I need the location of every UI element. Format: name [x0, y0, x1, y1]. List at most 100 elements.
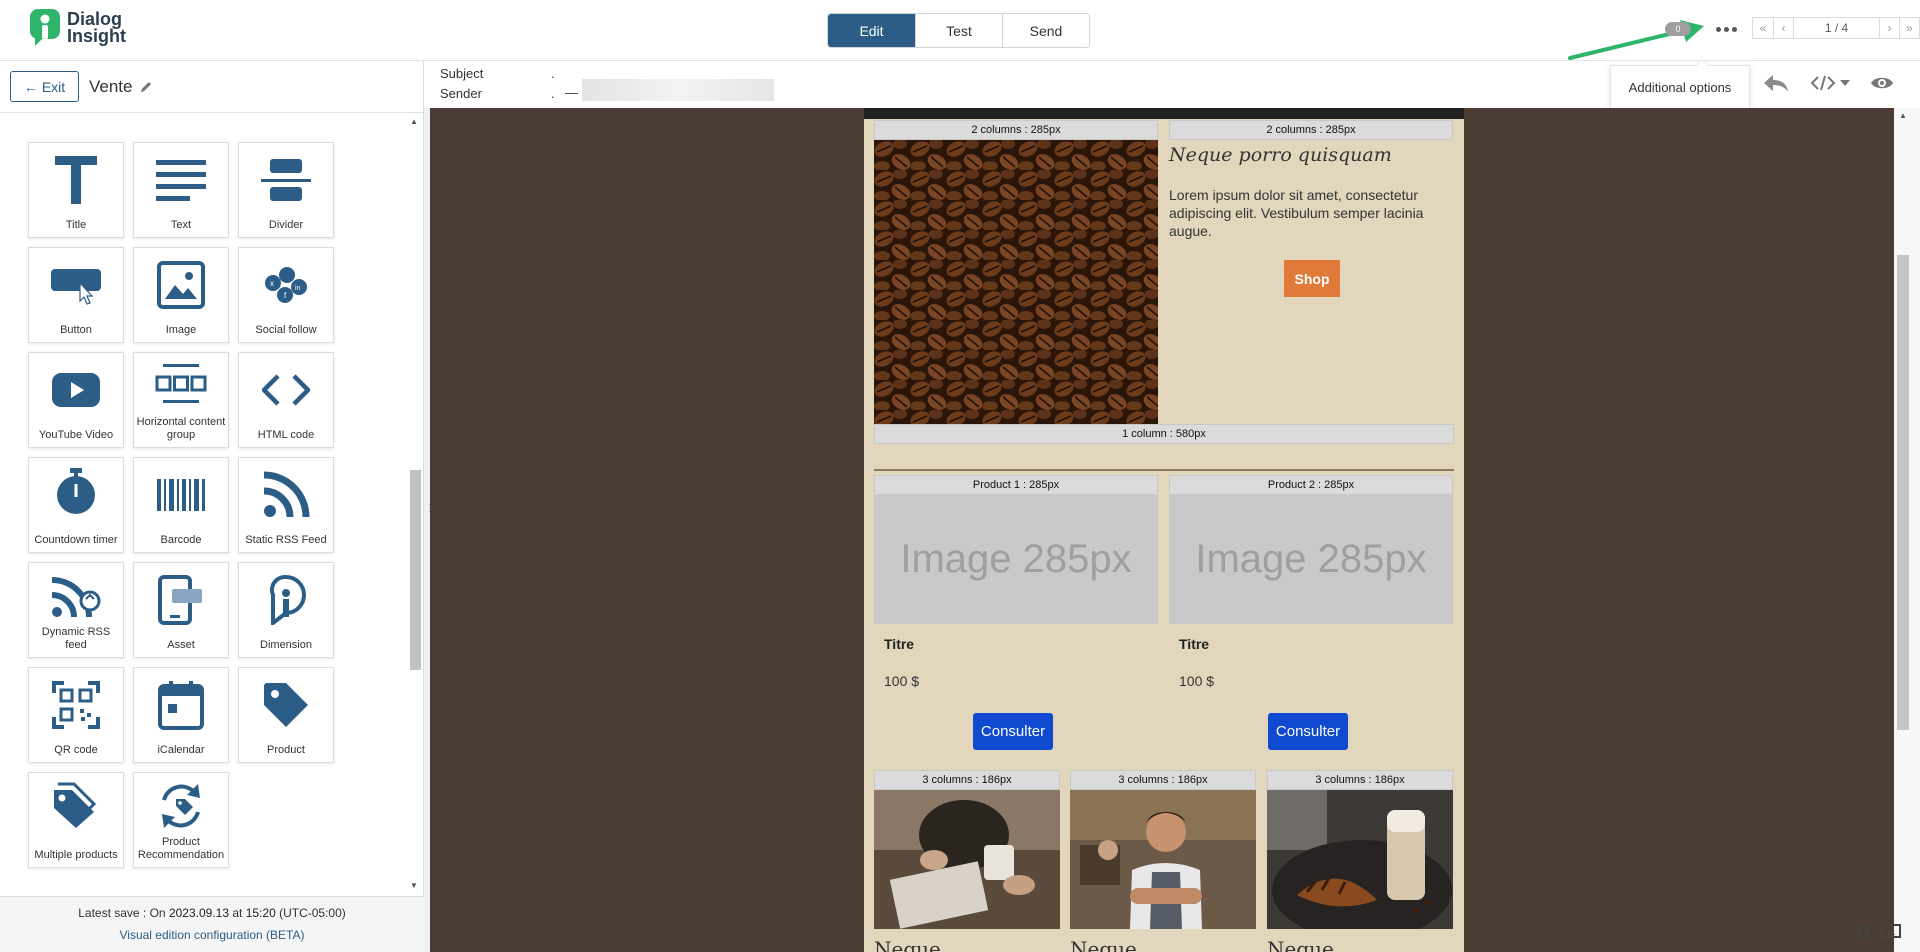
svg-text:x: x	[270, 279, 274, 288]
block-button[interactable]: Button	[28, 247, 124, 343]
block-label: YouTube Video	[38, 429, 114, 441]
croissant-coffee-photo[interactable]	[1267, 790, 1453, 929]
email-preview: 2 columns : 285px 2 columns : 285px Nequ…	[864, 108, 1464, 952]
tab-send[interactable]: Send	[1002, 14, 1089, 47]
reply-icon[interactable]	[1762, 73, 1790, 93]
canvas-scrollbar[interactable]	[1897, 255, 1909, 730]
block-divider[interactable]: Divider	[238, 142, 334, 238]
subject-label: Subject	[440, 66, 484, 81]
block-social-follow[interactable]: x f in Social follow	[238, 247, 334, 343]
presentation-icon[interactable]	[1881, 924, 1901, 940]
latest-save-tz: (UTC-05:00)	[279, 906, 346, 920]
block-label: Social follow	[255, 324, 317, 336]
rss-icon	[263, 471, 310, 518]
sender-dash: —	[565, 85, 578, 100]
pause-icon[interactable]	[1855, 924, 1871, 940]
product-image-placeholder[interactable]: Image 285px	[1169, 495, 1453, 624]
dynamic-rss-icon	[51, 577, 101, 618]
product-image-placeholder[interactable]: Image 285px	[874, 495, 1158, 624]
block-countdown-timer[interactable]: Countdown timer	[28, 457, 124, 553]
block-horizontal-content-group[interactable]: Horizontal content group	[133, 352, 229, 448]
shop-button[interactable]: Shop	[1284, 260, 1340, 297]
dimension-icon	[270, 575, 307, 625]
pencil-icon[interactable]	[139, 80, 153, 94]
block-qr-code[interactable]: QR code	[28, 667, 124, 763]
sender-email-redacted	[582, 79, 774, 101]
block-label: QR code	[54, 744, 98, 756]
horizontal-group-icon	[155, 364, 207, 403]
product-tag-icon	[264, 683, 308, 727]
block-label: Button	[60, 324, 92, 336]
block-text[interactable]: Text	[133, 142, 229, 238]
scroll-down-icon[interactable]: ▼	[410, 881, 418, 890]
product-recommendation-icon	[162, 784, 200, 828]
asset-icon	[158, 575, 202, 625]
product-price: 100 $	[884, 673, 920, 689]
block-label: Barcode	[160, 534, 202, 546]
block-label: Dynamic RSS feed	[41, 626, 111, 651]
block-static-rss-feed[interactable]: Static RSS Feed	[238, 457, 334, 553]
latest-save-date: 2023.09.13	[168, 906, 230, 920]
block-label: Multiple products	[34, 849, 118, 861]
scroll-up-icon[interactable]: ▲	[410, 117, 418, 126]
sender-value[interactable]: .	[551, 86, 555, 101]
block-size-tag: 3 columns : 186px	[1070, 770, 1256, 790]
block-product-recommendation[interactable]: Product Recommendation	[133, 772, 229, 868]
calendar-icon	[158, 681, 204, 730]
latest-save-prefix: Latest save : On	[78, 906, 166, 920]
block-image[interactable]: Image	[133, 247, 229, 343]
block-label: Text	[170, 219, 192, 231]
block-icalendar[interactable]: iCalendar	[133, 667, 229, 763]
exit-button[interactable]: ← Exit	[10, 71, 79, 102]
page-indicator: 1 / 4	[1793, 18, 1879, 38]
article-heading: Neque	[1070, 937, 1137, 952]
coffee-beans-image[interactable]	[874, 140, 1158, 424]
consulter-button[interactable]: Consulter	[1268, 713, 1348, 750]
canvas-scroll-up-icon[interactable]: ▲	[1899, 111, 1907, 120]
more-options-icon[interactable]	[1711, 18, 1741, 40]
campaign-name-text: Vente	[89, 77, 133, 96]
barista-photo[interactable]	[1070, 790, 1256, 929]
preview-eye-icon[interactable]	[1870, 75, 1894, 91]
block-youtube-video[interactable]: YouTube Video	[28, 352, 124, 448]
sender-label: Sender	[440, 86, 482, 101]
block-label: Product Recommendation	[137, 836, 225, 861]
block-product[interactable]: Product	[238, 667, 334, 763]
last-page-button[interactable]: »	[1899, 18, 1919, 38]
visual-edition-config-link[interactable]: Visual edition configuration (BETA)	[0, 928, 424, 942]
latest-save: Latest save : On 2023.09.13 at 15:20 (UT…	[0, 897, 424, 920]
block-asset[interactable]: Asset	[133, 562, 229, 658]
block-label: Divider	[268, 219, 304, 231]
tab-test[interactable]: Test	[915, 14, 1002, 47]
next-page-button[interactable]: ›	[1879, 18, 1899, 38]
sidebar-header: ← Exit Vente	[0, 61, 423, 113]
block-dimension[interactable]: Dimension	[238, 562, 334, 658]
pager: « ‹ 1 / 4 › »	[1752, 17, 1920, 39]
block-size-tag: 3 columns : 186px	[1267, 770, 1453, 790]
consulter-button[interactable]: Consulter	[973, 713, 1053, 750]
block-label: iCalendar	[157, 744, 205, 756]
social-follow-icon: xfin	[265, 267, 307, 303]
green-arrow-annotation	[1568, 20, 1704, 60]
sidebar-scrollbar[interactable]	[410, 470, 421, 670]
button-icon	[51, 269, 101, 305]
block-html-code[interactable]: HTML code	[238, 352, 334, 448]
timer-icon	[57, 468, 95, 514]
latest-save-time: 15:20	[245, 906, 276, 920]
email-header-bar	[864, 108, 1464, 119]
block-dynamic-rss-feed[interactable]: Dynamic RSS feed	[28, 562, 124, 658]
block-title[interactable]: Title	[28, 142, 124, 238]
product-title: Titre	[884, 636, 915, 652]
first-page-button[interactable]: «	[1753, 18, 1773, 38]
tab-edit[interactable]: Edit	[828, 14, 915, 47]
coffee-reading-photo[interactable]	[874, 790, 1060, 929]
prev-page-button[interactable]: ‹	[1773, 18, 1793, 38]
block-multiple-products[interactable]: Multiple products	[28, 772, 124, 868]
block-barcode[interactable]: Barcode	[133, 457, 229, 553]
brand-logo[interactable]: Dialog Insight	[29, 8, 126, 48]
code-view-dropdown[interactable]	[1810, 75, 1850, 91]
block-size-tag: Product 2 : 285px	[1169, 475, 1453, 495]
campaign-name: Vente	[89, 77, 153, 97]
email-canvas: 2 columns : 285px 2 columns : 285px Nequ…	[430, 108, 1894, 952]
subject-value[interactable]: .	[551, 66, 555, 81]
